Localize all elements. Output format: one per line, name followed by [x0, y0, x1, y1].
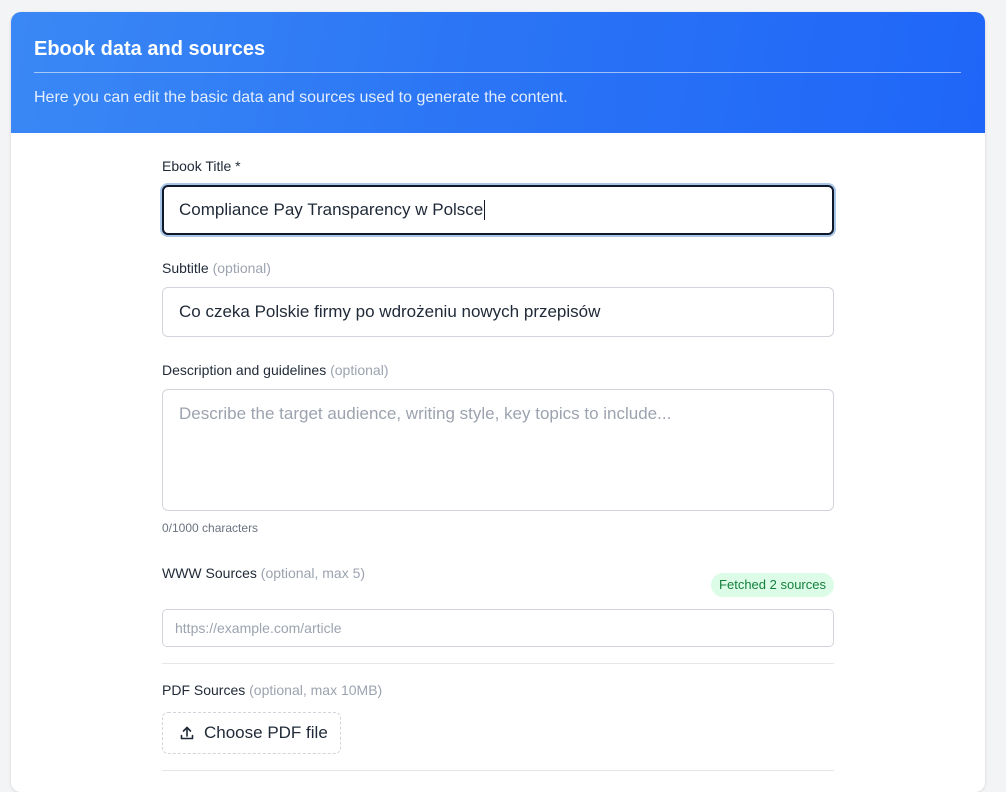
ebook-title-value: Compliance Pay Transparency w Polsce: [179, 200, 484, 219]
card-subtitle: Here you can edit the basic data and sou…: [34, 89, 568, 106]
ebook-data-card: Ebook data and sources Here you can edit…: [11, 12, 985, 792]
www-source-url-placeholder: https://example.com/article: [175, 620, 342, 636]
description-optional-note: (optional): [330, 362, 389, 378]
fetched-sources-badge: Fetched 2 sources: [711, 573, 834, 597]
card-title: Ebook data and sources: [34, 38, 266, 60]
choose-pdf-file-button[interactable]: Choose PDF file: [162, 712, 341, 754]
description-textarea[interactable]: Describe the target audience, writing st…: [162, 389, 834, 511]
www-sources-label-text: WWW Sources: [162, 565, 257, 581]
subtitle-label: Subtitle (optional): [162, 260, 271, 276]
header-divider: [34, 72, 961, 73]
pdf-sources-label: PDF Sources (optional, max 10MB): [162, 682, 382, 698]
www-source-url-input[interactable]: https://example.com/article: [162, 609, 834, 647]
subtitle-optional-note: (optional): [212, 260, 271, 276]
text-caret: [484, 200, 486, 220]
description-label-text: Description and guidelines: [162, 362, 327, 378]
pdf-sources-optional-note: (optional, max 10MB): [249, 682, 383, 698]
pdf-sources-label-text: PDF Sources: [162, 682, 246, 698]
subtitle-input[interactable]: Co czeka Polskie firmy po wdrożeniu nowy…: [162, 287, 834, 337]
www-sources-optional-note: (optional, max 5): [260, 565, 366, 581]
ebook-title-input[interactable]: Compliance Pay Transparency w Polsce: [162, 185, 834, 235]
ebook-title-label-text: Ebook Title *: [162, 158, 241, 174]
choose-pdf-file-label: Choose PDF file: [204, 723, 328, 742]
upload-icon: [180, 726, 194, 740]
description-char-counter: 0/1000 characters: [162, 521, 259, 535]
section-divider: [162, 770, 834, 771]
subtitle-value: Co czeka Polskie firmy po wdrożeniu nowy…: [179, 302, 601, 321]
www-sources-label: WWW Sources (optional, max 5): [162, 565, 365, 581]
section-divider: [162, 663, 834, 664]
card-header: Ebook data and sources Here you can edit…: [11, 12, 985, 133]
subtitle-label-text: Subtitle: [162, 260, 209, 276]
description-label: Description and guidelines (optional): [162, 362, 388, 378]
description-placeholder: Describe the target audience, writing st…: [179, 404, 672, 423]
ebook-title-label: Ebook Title *: [162, 158, 241, 174]
